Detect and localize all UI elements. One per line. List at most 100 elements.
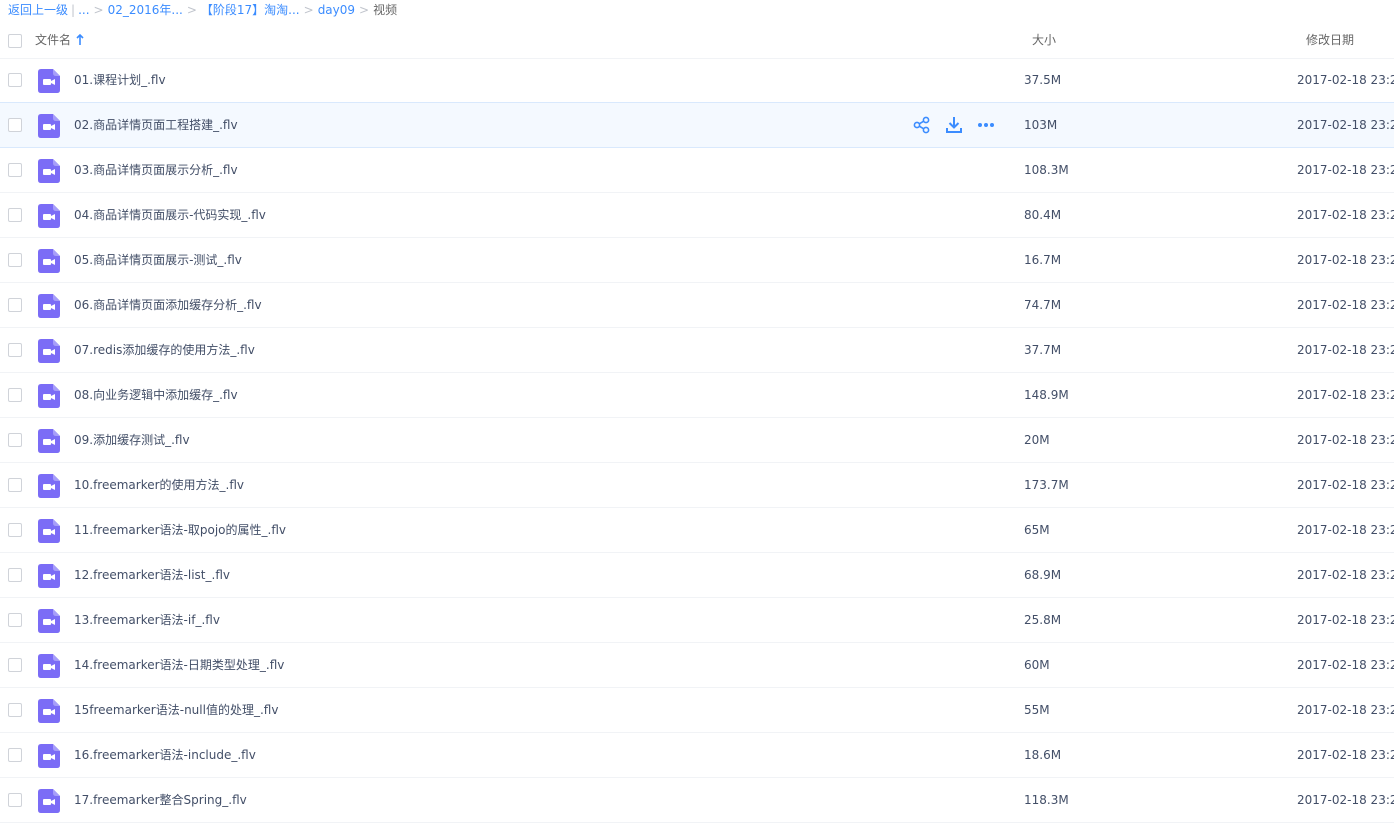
file-date: 2017-02-18 23:25 (1297, 793, 1394, 807)
video-file-icon (38, 519, 60, 543)
file-name[interactable]: 09.添加缓存测试_.flv (74, 418, 190, 462)
video-file-icon (38, 114, 60, 138)
file-name[interactable]: 04.商品详情页面展示-代码实现_.flv (74, 193, 266, 237)
file-name[interactable]: 07.redis添加缓存的使用方法_.flv (74, 328, 255, 372)
file-row[interactable]: 13.freemarker语法-if_.flv 25.8M 2017-02-18… (0, 598, 1394, 643)
file-name[interactable]: 02.商品详情页面工程搭建_.flv (74, 103, 238, 147)
file-size: 80.4M (1024, 208, 1062, 222)
file-name[interactable]: 12.freemarker语法-list_.flv (74, 553, 230, 597)
file-row[interactable]: 12.freemarker语法-list_.flv 68.9M 2017-02-… (0, 553, 1394, 598)
file-date: 2017-02-18 23:25 (1297, 118, 1394, 132)
file-name[interactable]: 17.freemarker整合Spring_.flv (74, 778, 247, 822)
file-size: 103M (1024, 118, 1058, 132)
breadcrumb-item[interactable]: 02_2016年... (108, 3, 183, 17)
row-checkbox[interactable] (8, 568, 22, 582)
row-checkbox[interactable] (8, 298, 22, 312)
file-list: 01.课程计划_.flv 37.5M 2017-02-18 23:25 02.商… (0, 58, 1394, 823)
column-header-date[interactable]: 修改日期 (1306, 22, 1354, 58)
video-file-icon (38, 744, 60, 768)
more-icon[interactable] (976, 115, 996, 135)
file-name[interactable]: 11.freemarker语法-取pojo的属性_.flv (74, 508, 286, 552)
file-size: 148.9M (1024, 388, 1069, 402)
file-row[interactable]: 07.redis添加缓存的使用方法_.flv 37.7M 2017-02-18 … (0, 328, 1394, 373)
file-row[interactable]: 11.freemarker语法-取pojo的属性_.flv 65M 2017-0… (0, 508, 1394, 553)
select-all-checkbox[interactable] (8, 34, 22, 48)
file-size: 55M (1024, 703, 1050, 717)
file-name[interactable]: 03.商品详情页面展示分析_.flv (74, 148, 238, 192)
file-date: 2017-02-18 23:25 (1297, 298, 1394, 312)
file-date: 2017-02-18 23:25 (1297, 163, 1394, 177)
download-icon[interactable] (944, 115, 964, 135)
video-file-icon (38, 384, 60, 408)
row-checkbox[interactable] (8, 478, 22, 492)
file-row[interactable]: 09.添加缓存测试_.flv 20M 2017-02-18 23:25 (0, 418, 1394, 463)
breadcrumb-ellipsis[interactable]: ... (78, 3, 89, 17)
row-checkbox[interactable] (8, 343, 22, 357)
file-size: 18.6M (1024, 748, 1062, 762)
file-date: 2017-02-18 23:25 (1297, 478, 1394, 492)
breadcrumb-item[interactable]: 【阶段17】淘淘... (201, 3, 300, 17)
row-checkbox[interactable] (8, 703, 22, 717)
file-size: 74.7M (1024, 298, 1062, 312)
column-header-name[interactable]: 文件名 (35, 22, 71, 58)
file-size: 68.9M (1024, 568, 1062, 582)
file-size: 108.3M (1024, 163, 1069, 177)
breadcrumb: 返回上一级 |... >02_2016年... > 【阶段17】淘淘... > day09 >… (8, 0, 397, 20)
row-checkbox[interactable] (8, 433, 22, 447)
file-name[interactable]: 01.课程计划_.flv (74, 58, 166, 102)
row-checkbox[interactable] (8, 613, 22, 627)
row-checkbox[interactable] (8, 793, 22, 807)
breadcrumb-item[interactable]: day09 (318, 3, 355, 17)
file-name[interactable]: 14.freemarker语法-日期类型处理_.flv (74, 643, 284, 687)
file-row[interactable]: 06.商品详情页面添加缓存分析_.flv 74.7M 2017-02-18 23… (0, 283, 1394, 328)
row-checkbox[interactable] (8, 388, 22, 402)
video-file-icon (38, 294, 60, 318)
file-row[interactable]: 15freemarker语法-null值的处理_.flv 55M 2017-02… (0, 688, 1394, 733)
file-row[interactable]: 01.课程计划_.flv 37.5M 2017-02-18 23:25 (0, 58, 1394, 103)
file-date: 2017-02-18 23:25 (1297, 523, 1394, 537)
video-file-icon (38, 249, 60, 273)
breadcrumb-separator: > (186, 3, 197, 17)
file-date: 2017-02-18 23:25 (1297, 658, 1394, 672)
file-name[interactable]: 16.freemarker语法-include_.flv (74, 733, 256, 777)
file-row[interactable]: 16.freemarker语法-include_.flv 18.6M 2017-… (0, 733, 1394, 778)
file-date: 2017-02-18 23:25 (1297, 208, 1394, 222)
row-checkbox[interactable] (8, 118, 22, 132)
video-file-icon (38, 429, 60, 453)
file-row[interactable]: 03.商品详情页面展示分析_.flv 108.3M 2017-02-18 23:… (0, 148, 1394, 193)
row-checkbox[interactable] (8, 658, 22, 672)
video-file-icon (38, 339, 60, 363)
video-file-icon (38, 654, 60, 678)
back-link[interactable]: 返回上一级 (8, 3, 68, 17)
file-date: 2017-02-18 23:25 (1297, 388, 1394, 402)
breadcrumb-separator: > (359, 3, 370, 17)
row-checkbox[interactable] (8, 253, 22, 267)
row-checkbox[interactable] (8, 523, 22, 537)
sort-ascending-icon[interactable] (76, 33, 84, 47)
file-row[interactable]: 08.向业务逻辑中添加缓存_.flv 148.9M 2017-02-18 23:… (0, 373, 1394, 418)
file-row[interactable]: 04.商品详情页面展示-代码实现_.flv 80.4M 2017-02-18 2… (0, 193, 1394, 238)
file-name[interactable]: 10.freemarker的使用方法_.flv (74, 463, 244, 507)
file-row[interactable]: 14.freemarker语法-日期类型处理_.flv 60M 2017-02-… (0, 643, 1394, 688)
file-name[interactable]: 05.商品详情页面展示-测试_.flv (74, 238, 242, 282)
row-checkbox[interactable] (8, 748, 22, 762)
column-header-size[interactable]: 大小 (1032, 22, 1056, 58)
file-list-header: 文件名 大小 修改日期 (0, 22, 1394, 59)
file-name[interactable]: 08.向业务逻辑中添加缓存_.flv (74, 373, 238, 417)
file-size: 37.7M (1024, 343, 1062, 357)
file-row[interactable]: 05.商品详情页面展示-测试_.flv 16.7M 2017-02-18 23:… (0, 238, 1394, 283)
file-name[interactable]: 06.商品详情页面添加缓存分析_.flv (74, 283, 262, 327)
video-file-icon (38, 69, 60, 93)
row-checkbox[interactable] (8, 73, 22, 87)
row-checkbox[interactable] (8, 208, 22, 222)
row-checkbox[interactable] (8, 163, 22, 177)
file-name[interactable]: 13.freemarker语法-if_.flv (74, 598, 220, 642)
file-date: 2017-02-18 23:25 (1297, 73, 1394, 87)
file-name[interactable]: 15freemarker语法-null值的处理_.flv (74, 688, 278, 732)
share-icon[interactable] (912, 115, 932, 135)
file-row[interactable]: 02.商品详情页面工程搭建_.flv 103M 2017-02-18 23:25 (0, 102, 1394, 148)
file-date: 2017-02-18 23:25 (1297, 613, 1394, 627)
file-row[interactable]: 10.freemarker的使用方法_.flv 173.7M 2017-02-1… (0, 463, 1394, 508)
video-file-icon (38, 204, 60, 228)
file-row[interactable]: 17.freemarker整合Spring_.flv 118.3M 2017-0… (0, 778, 1394, 823)
